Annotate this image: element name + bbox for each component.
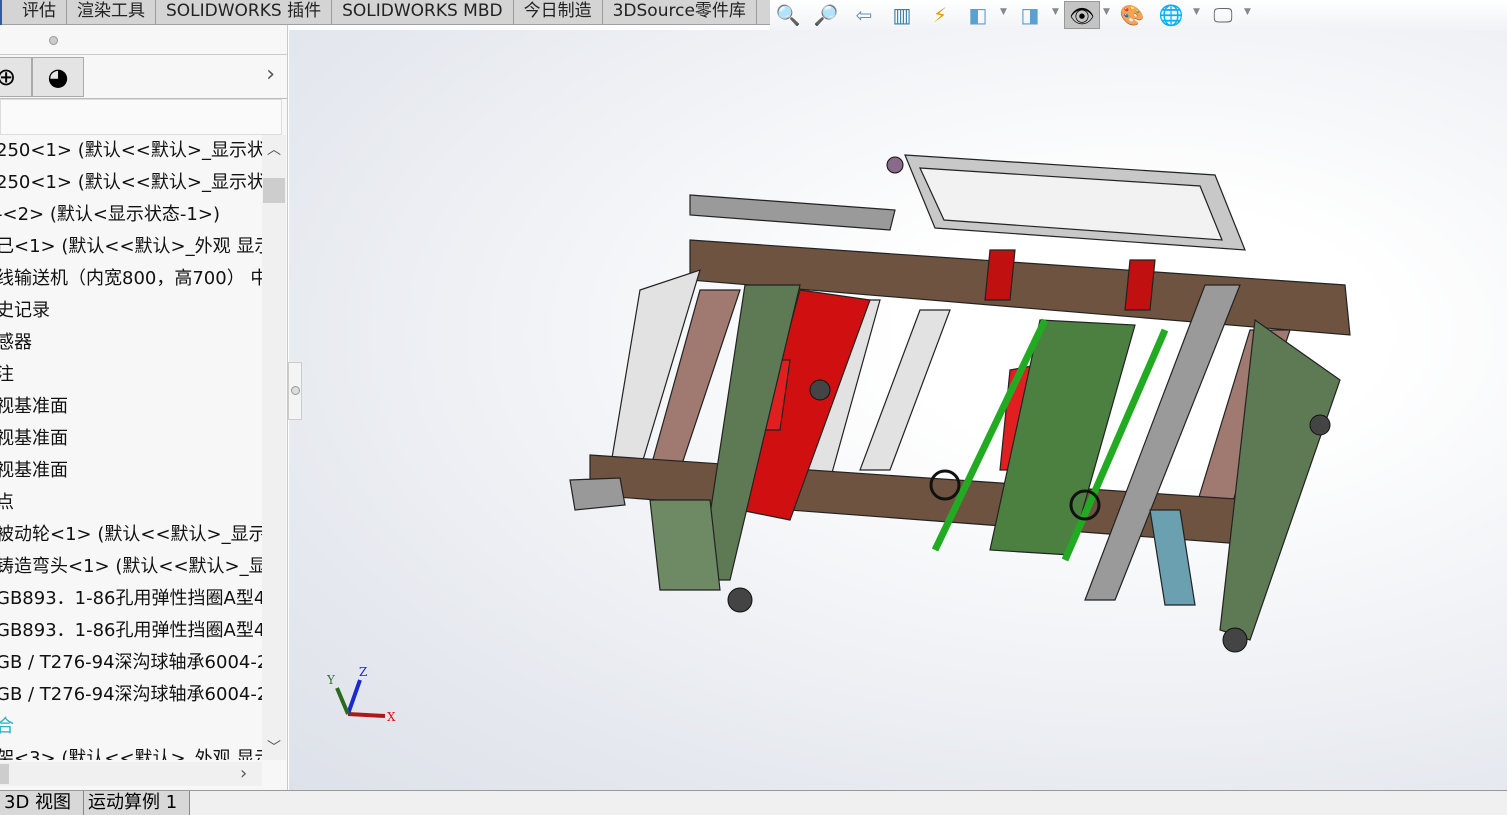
apply-scene-icon[interactable]: 🌐 bbox=[1156, 1, 1186, 29]
view-orientation-icon[interactable]: ◧ bbox=[963, 1, 993, 29]
tab-motion-study-1[interactable]: 运动算例 1 bbox=[84, 791, 191, 815]
panel-tabs: ⊕ ◕ › bbox=[0, 57, 287, 99]
bottom-tabs: 3D 视图 运动算例 1 bbox=[0, 790, 1507, 815]
view-settings-icon[interactable]: 🖵 bbox=[1208, 1, 1238, 29]
tree-item[interactable]: GB893．1-86孔用弹性挡圈A型42 bbox=[0, 583, 262, 615]
section-view-icon[interactable]: ▥ bbox=[887, 1, 917, 29]
scroll-up-icon[interactable]: ︿ bbox=[267, 139, 281, 159]
display-style-icon[interactable]: ◨ bbox=[1015, 1, 1045, 29]
tree-item[interactable]: 感器 bbox=[0, 327, 262, 359]
tree-item[interactable]: ‑<2> (默认<显示状态-1>) bbox=[0, 199, 262, 231]
scroll-right-icon[interactable]: › bbox=[240, 763, 247, 784]
dynamic-annotation-view-icon[interactable]: ⚡ bbox=[925, 1, 955, 29]
heads-up-view-toolbar: 🔍 🔎 ⇦ ▥ ⚡ ◧ ▼ ◨ ▼ 👁 ▼ 🎨 🌐 ▼ 🖵 ▼ bbox=[770, 0, 1507, 30]
edit-appearance-icon[interactable]: 🎨 bbox=[1117, 1, 1147, 29]
tree-item[interactable]: 史记录 bbox=[0, 295, 262, 327]
tree-item[interactable]: 250<1> (默认<<默认>_显示状态 bbox=[0, 167, 262, 199]
feature-tree: 250<1> (默认<<默认>_显示状态 250<1> (默认<<默认>_显示状态… bbox=[0, 135, 262, 760]
graphics-area-top bbox=[289, 25, 770, 30]
configuration-manager-icon[interactable]: ⊕ bbox=[0, 57, 32, 97]
ribbon-tab-render-tools[interactable]: 渲染工具 bbox=[67, 0, 156, 25]
tree-item[interactable]: 视基准面 bbox=[0, 423, 262, 455]
tree-item[interactable]: 被动轮<1> (默认<<默认>_显示状 bbox=[0, 519, 262, 551]
tree-item[interactable]: 线输送机（内宽800，高700） 中的 bbox=[0, 263, 262, 295]
tree-horizontal-scrollbar[interactable]: › bbox=[0, 762, 262, 786]
tree-item[interactable]: 视基准面 bbox=[0, 391, 262, 423]
tree-item[interactable]: 视基准面 bbox=[0, 455, 262, 487]
ribbon-tab-solidworks-addins[interactable]: SOLIDWORKS 插件 bbox=[156, 0, 333, 25]
chevron-right-icon[interactable]: › bbox=[266, 62, 275, 87]
panel-splitter[interactable] bbox=[0, 25, 287, 55]
chevron-down-icon[interactable]: ▼ bbox=[1193, 7, 1200, 17]
tab-3d-view[interactable]: 3D 视图 bbox=[0, 791, 85, 815]
ribbon-tab-today-manufacturing[interactable]: 今日制造 bbox=[514, 0, 603, 25]
tree-filter-input[interactable] bbox=[0, 99, 282, 135]
feature-manager-panel: ⊕ ◕ › 250<1> (默认<<默认>_显示状态 250<1> (默认<<默认… bbox=[0, 25, 288, 790]
chevron-down-icon[interactable]: ▼ bbox=[1000, 7, 1007, 17]
tree-item[interactable]: 注 bbox=[0, 359, 262, 391]
tree-item[interactable]: 己<1> (默认<<默认>_外观 显示状 bbox=[0, 231, 262, 263]
ribbon-tab-solidworks-mbd[interactable]: SOLIDWORKS MBD bbox=[332, 0, 514, 25]
tree-item[interactable]: GB / T276-94深沟球轴承6004-2 bbox=[0, 679, 262, 711]
tree-item[interactable]: 250<1> (默认<<默认>_显示状态 bbox=[0, 135, 262, 167]
hide-show-items-icon[interactable]: 👁 bbox=[1064, 1, 1100, 29]
zoom-to-fit-icon[interactable]: 🔍 bbox=[773, 1, 803, 29]
ribbon-tab-3dsource[interactable]: 3DSource零件库 bbox=[603, 0, 757, 25]
tree-item[interactable]: GB / T276-94深沟球轴承6004-2 bbox=[0, 647, 262, 679]
previous-view-icon[interactable]: ⇦ bbox=[849, 1, 879, 29]
chevron-down-icon[interactable]: ▼ bbox=[1052, 7, 1059, 17]
ribbon-tab-evaluate[interactable]: 评估 bbox=[0, 0, 67, 25]
scroll-thumb[interactable] bbox=[263, 178, 285, 203]
scroll-thumb[interactable] bbox=[0, 764, 9, 784]
zoom-to-area-icon[interactable]: 🔎 bbox=[811, 1, 841, 29]
tree-vertical-scrollbar[interactable]: ︿ ﹀ bbox=[262, 135, 286, 760]
tree-item[interactable]: 铸造弯头<1> (默认<<默认>_显示 bbox=[0, 551, 262, 583]
chevron-down-icon[interactable]: ▼ bbox=[1244, 7, 1251, 17]
tree-item[interactable]: GB893．1-86孔用弹性挡圈A型42 bbox=[0, 615, 262, 647]
graphics-area[interactable] bbox=[289, 30, 1507, 790]
splitter-handle-icon[interactable] bbox=[49, 36, 58, 45]
tree-item[interactable]: 合 bbox=[0, 711, 262, 743]
ribbon-tabs: 评估 渲染工具 SOLIDWORKS 插件 SOLIDWORKS MBD 今日制… bbox=[0, 0, 770, 25]
tree-item[interactable]: 点 bbox=[0, 487, 262, 519]
tree-item[interactable]: 架<3> (默认<<默认>_外观 显示状 bbox=[0, 743, 262, 760]
display-manager-icon[interactable]: ◕ bbox=[32, 57, 84, 97]
scroll-down-icon[interactable]: ﹀ bbox=[267, 737, 281, 757]
chevron-down-icon[interactable]: ▼ bbox=[1103, 7, 1110, 17]
panel-collapse-handle[interactable] bbox=[288, 362, 302, 420]
